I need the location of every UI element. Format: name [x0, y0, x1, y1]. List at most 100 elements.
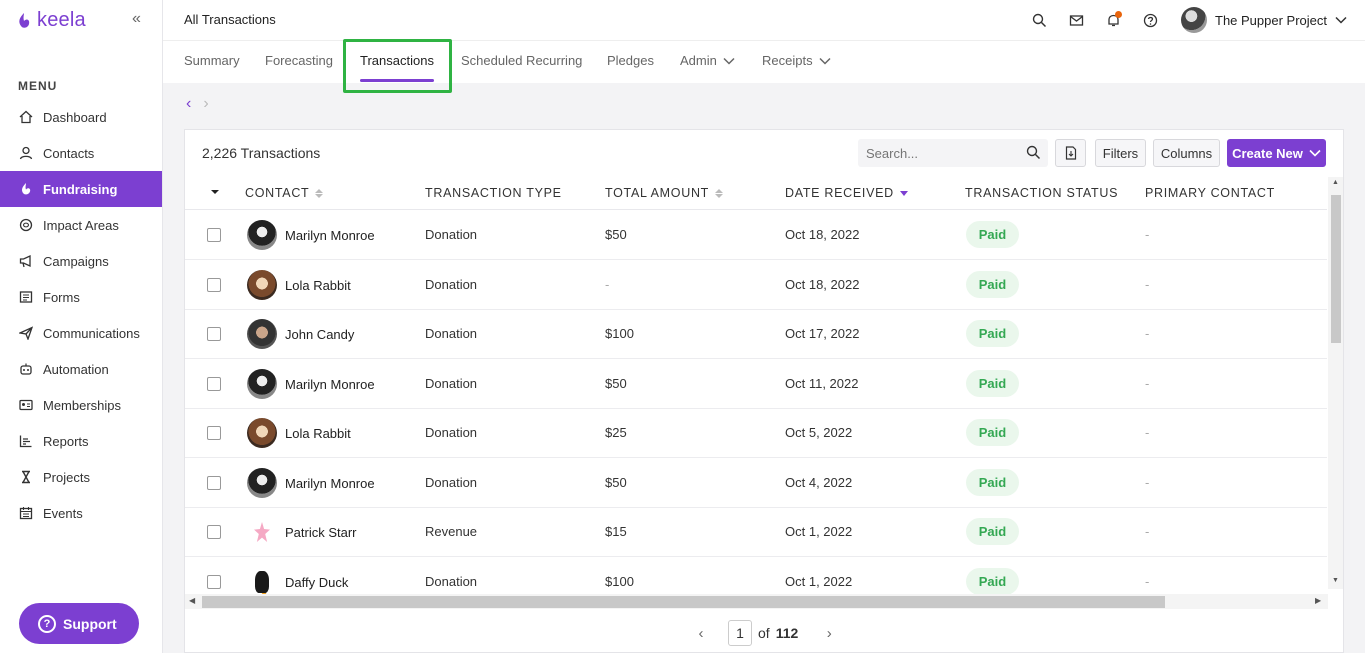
support-button[interactable]: ? Support [19, 603, 139, 644]
sidebar-item-label: Projects [43, 469, 90, 485]
sidebar-item-dashboard[interactable]: Dashboard [0, 99, 162, 135]
page-number-input[interactable]: 1 [728, 620, 752, 646]
row-checkbox[interactable] [207, 377, 221, 391]
date-received: Oct 18, 2022 [785, 277, 860, 292]
transaction-type: Donation [425, 277, 478, 292]
menu-heading: MENU [18, 79, 58, 93]
search-icon[interactable] [1029, 10, 1049, 30]
horizontal-scrollbar[interactable]: ◀ ▶ [185, 594, 1328, 609]
send-icon [18, 326, 33, 341]
row-checkbox[interactable] [207, 327, 221, 341]
row-checkbox[interactable] [207, 426, 221, 440]
column-date-received[interactable]: DATE RECEIVED [785, 186, 908, 200]
column-transaction-status[interactable]: TRANSACTION STATUS [965, 186, 1118, 200]
scroll-down-arrow-icon[interactable]: ▼ [1332, 577, 1339, 584]
table-row[interactable]: John Candy Donation $100 Oct 17, 2022 Pa… [185, 309, 1327, 359]
sidebar-item-impact-areas[interactable]: Impact Areas [0, 207, 162, 243]
help-icon[interactable] [1140, 10, 1160, 30]
mail-icon[interactable] [1066, 10, 1086, 30]
contact-cell[interactable]: Patrick Starr [247, 517, 357, 547]
contact-cell[interactable]: Marilyn Monroe [247, 468, 375, 498]
sidebar-item-forms[interactable]: Forms [0, 279, 162, 315]
status-badge: Paid [966, 568, 1019, 594]
transaction-type: Donation [425, 326, 478, 341]
table-row[interactable]: Lola Rabbit Donation $25 Oct 5, 2022 Pai… [185, 408, 1327, 458]
search-input[interactable] [866, 145, 1016, 161]
tab-forecasting[interactable]: Forecasting [265, 53, 333, 68]
sidebar-item-label: Contacts [43, 145, 95, 161]
sidebar-item-contacts[interactable]: Contacts [0, 135, 162, 171]
table-row[interactable]: Marilyn Monroe Donation $50 Oct 18, 2022… [185, 210, 1327, 260]
scroll-up-arrow-icon[interactable]: ▲ [1332, 179, 1339, 186]
sidebar-item-fundraising[interactable]: Fundraising [0, 171, 162, 207]
account-menu[interactable]: The Pupper Project [1181, 7, 1347, 33]
brand-logo[interactable]: keela [17, 9, 86, 32]
sidebar-item-automation[interactable]: Automation [0, 351, 162, 387]
row-checkbox[interactable] [207, 278, 221, 292]
column-contact[interactable]: CONTACT [245, 186, 324, 200]
table-row[interactable]: Marilyn Monroe Donation $50 Oct 11, 2022… [185, 359, 1327, 409]
contact-cell[interactable]: Daffy Duck [247, 567, 348, 594]
filters-button[interactable]: Filters [1095, 139, 1146, 167]
contact-cell[interactable]: John Candy [247, 319, 354, 349]
collapse-sidebar-icon[interactable]: « [132, 10, 141, 28]
sidebar-item-label: Campaigns [43, 253, 109, 269]
row-checkbox[interactable] [207, 575, 221, 589]
tab-summary[interactable]: Summary [184, 53, 240, 68]
date-received: Oct 1, 2022 [785, 574, 853, 589]
search-icon[interactable] [1026, 145, 1041, 160]
export-file-icon [1065, 146, 1076, 160]
column-transaction-type[interactable]: TRANSACTION TYPE [425, 186, 562, 200]
row-checkbox[interactable] [207, 476, 221, 490]
sidebar-item-projects[interactable]: Projects [0, 459, 162, 495]
scroll-right-arrow-icon[interactable]: ▶ [1315, 596, 1321, 605]
contact-cell[interactable]: Lola Rabbit [247, 270, 351, 300]
bulk-select-caret-icon[interactable] [211, 190, 219, 194]
previous-page-icon[interactable]: ‹ [690, 622, 712, 644]
tab-pledges[interactable]: Pledges [607, 53, 654, 68]
tab-admin[interactable]: Admin [680, 53, 735, 68]
total-amount: $50 [605, 227, 627, 242]
table-row[interactable]: Marilyn Monroe Donation $50 Oct 4, 2022 … [185, 458, 1327, 508]
sidebar-item-events[interactable]: Events [0, 495, 162, 531]
sidebar-item-memberships[interactable]: Memberships [0, 387, 162, 423]
sidebar-item-reports[interactable]: Reports [0, 423, 162, 459]
row-checkbox[interactable] [207, 228, 221, 242]
next-page-icon[interactable]: › [818, 622, 840, 644]
avatar [247, 468, 277, 498]
contact-cell[interactable]: Marilyn Monroe [247, 369, 375, 399]
scroll-left-arrow-icon[interactable]: ◀ [189, 596, 195, 605]
support-label: Support [63, 615, 117, 632]
table-row[interactable]: Lola Rabbit Donation - Oct 18, 2022 Paid… [185, 260, 1327, 310]
bell-icon[interactable] [1103, 10, 1123, 30]
contact-name: Marilyn Monroe [285, 376, 375, 392]
create-new-button[interactable]: Create New [1227, 139, 1326, 167]
table-row[interactable]: Patrick Starr Revenue $15 Oct 1, 2022 Pa… [185, 507, 1327, 557]
row-checkbox[interactable] [207, 525, 221, 539]
sidebar-item-campaigns[interactable]: Campaigns [0, 243, 162, 279]
primary-contact: - [1145, 227, 1150, 242]
transactions-card: 2,226 Transactions Filters Columns Creat… [184, 129, 1344, 653]
user-icon [18, 146, 33, 161]
tab-scheduled-recurring[interactable]: Scheduled Recurring [461, 53, 582, 68]
horizontal-scroll-thumb[interactable] [202, 596, 1165, 608]
total-amount: - [605, 277, 610, 292]
vertical-scrollbar[interactable]: ▲ ▼ [1328, 177, 1343, 589]
create-new-label: Create New [1232, 145, 1303, 161]
primary-contact: - [1145, 376, 1150, 391]
tab-receipts[interactable]: Receipts [762, 53, 831, 68]
contact-cell[interactable]: Marilyn Monroe [247, 220, 375, 250]
vertical-scroll-thumb[interactable] [1331, 195, 1341, 343]
back-arrow-icon[interactable]: ‹ [186, 95, 191, 113]
columns-button[interactable]: Columns [1153, 139, 1220, 167]
sidebar-item-communications[interactable]: Communications [0, 315, 162, 351]
total-amount: $50 [605, 376, 627, 391]
contact-cell[interactable]: Lola Rabbit [247, 418, 351, 448]
export-button[interactable] [1055, 139, 1086, 167]
total-amount: $50 [605, 475, 627, 490]
column-total-amount[interactable]: TOTAL AMOUNT [605, 186, 724, 200]
forward-arrow-icon[interactable]: › [203, 95, 208, 113]
table-row[interactable]: Daffy Duck Donation $100 Oct 1, 2022 Pai… [185, 557, 1327, 594]
primary-contact: - [1145, 574, 1150, 589]
column-primary-contact[interactable]: PRIMARY CONTACT [1145, 186, 1275, 200]
